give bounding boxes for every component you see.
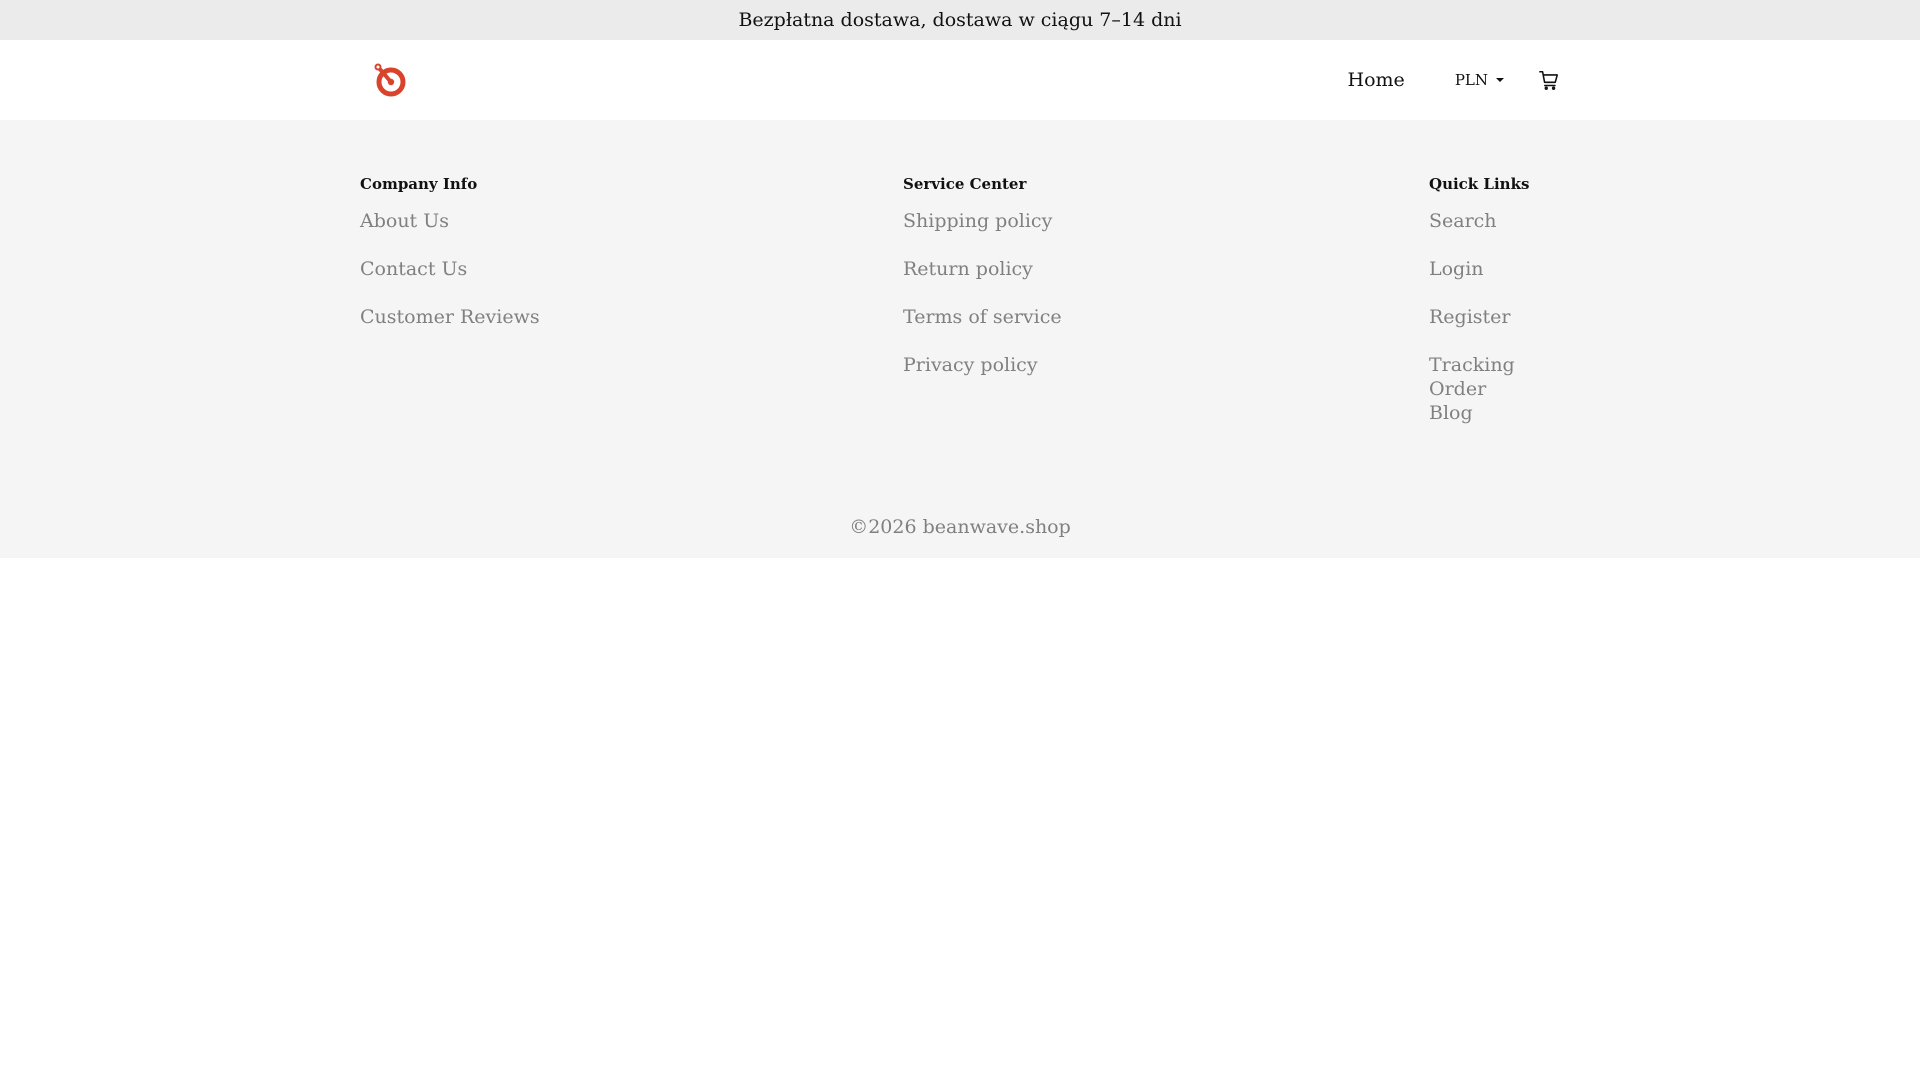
footer-column-title: Service Center: [903, 175, 1027, 193]
footer-link-return-policy[interactable]: Return policy: [903, 257, 1062, 305]
chevron-down-icon: [1496, 78, 1504, 82]
currency-selector[interactable]: PLN: [1455, 71, 1504, 89]
footer-link-login[interactable]: Login: [1429, 257, 1560, 305]
footer-column-quick-links: Quick Links Search Login Register Tracki…: [1429, 173, 1560, 449]
brand-logo-icon[interactable]: [370, 60, 410, 100]
main-nav: Home PLN: [1348, 69, 1560, 91]
footer-link-search[interactable]: Search: [1429, 209, 1560, 257]
announcement-text: Bezpłatna dostawa, dostawa w ciągu 7–14 …: [738, 9, 1182, 31]
logo-graphic: [374, 63, 406, 97]
footer-link-terms-of-service[interactable]: Terms of service: [903, 305, 1062, 353]
footer-column-company-info: Company Info About Us Contact Us Custome…: [360, 173, 540, 353]
header-inner: Home PLN: [360, 40, 1560, 120]
cart-icon[interactable]: [1538, 69, 1560, 91]
announcement-bar: Bezpłatna dostawa, dostawa w ciągu 7–14 …: [0, 0, 1920, 40]
footer-column-title: Company Info: [360, 175, 478, 193]
site-header: Home PLN: [0, 40, 1920, 120]
footer-link-blog[interactable]: Blog: [1429, 401, 1560, 449]
footer-link-contact-us[interactable]: Contact Us: [360, 257, 540, 305]
footer-link-about-us[interactable]: About Us: [360, 209, 540, 257]
copyright-text: ©2026 beanwave.shop: [849, 516, 1071, 538]
nav-home-link[interactable]: Home: [1348, 69, 1405, 91]
footer-link-customer-reviews[interactable]: Customer Reviews: [360, 305, 540, 353]
currency-value: PLN: [1454, 71, 1488, 89]
footer-column-title: Quick Links: [1429, 175, 1530, 193]
site-footer: Company Info About Us Contact Us Custome…: [0, 120, 1920, 558]
footer-link-privacy-policy[interactable]: Privacy policy: [903, 353, 1062, 401]
footer-column-service-center: Service Center Shipping policy Return po…: [903, 173, 1062, 401]
footer-link-tracking-order[interactable]: Tracking Order: [1429, 353, 1560, 401]
footer-link-register[interactable]: Register: [1429, 305, 1560, 353]
footer-link-shipping-policy[interactable]: Shipping policy: [903, 209, 1062, 257]
